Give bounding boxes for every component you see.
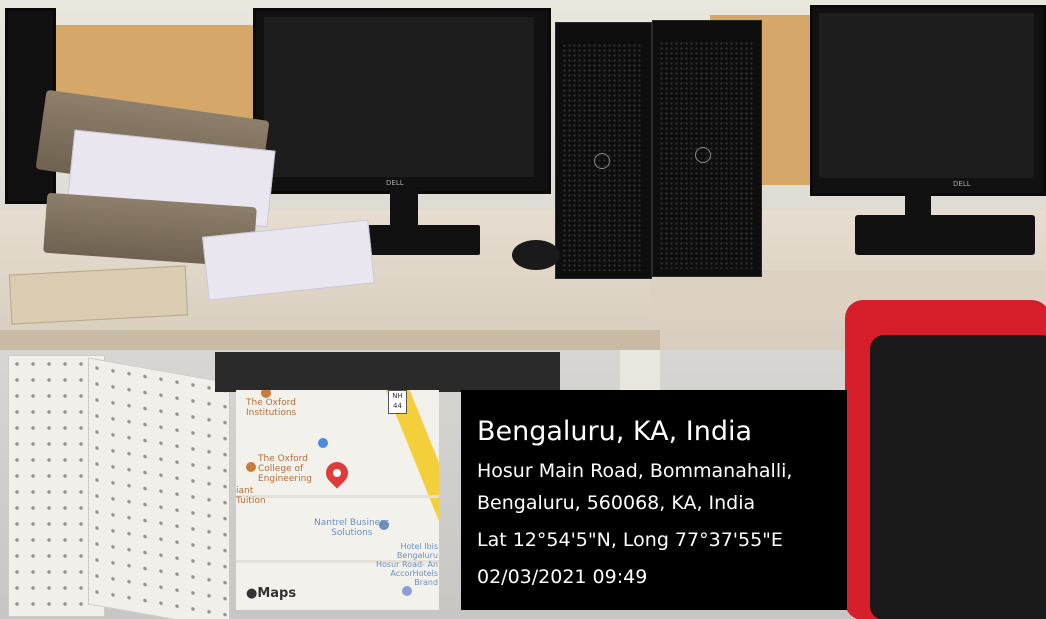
monitor-base <box>855 215 1035 255</box>
monitor: DELL <box>253 8 551 194</box>
address-line: Bengaluru, 560068, KA, India <box>477 492 756 514</box>
map-label: The Oxford College of Engineering <box>258 454 312 484</box>
pegboard-panel <box>88 357 230 619</box>
timestamp: 02/03/2021 09:49 <box>477 566 648 588</box>
poi-icon <box>402 586 412 596</box>
dell-logo: DELL <box>386 179 404 187</box>
dell-logo: DELL <box>953 180 971 188</box>
maps-watermark: ●Maps <box>246 586 297 601</box>
poi-icon <box>261 390 271 398</box>
geotag-panel: Bengaluru, KA, India Hosur Main Road, Bo… <box>461 390 847 610</box>
desktop-tower <box>652 20 762 277</box>
city-title: Bengaluru, KA, India <box>477 416 753 447</box>
map-label: Nantrel Business Solutions <box>314 518 390 538</box>
map-label: The Oxford Institutions <box>246 398 297 418</box>
highway-badge: NH 44 <box>388 390 407 414</box>
apple-logo-icon: ● <box>246 586 258 601</box>
book <box>8 265 189 325</box>
monitor: DELL <box>810 5 1046 196</box>
coordinates: Lat 12°54'5"N, Long 77°37'55"E <box>477 529 783 551</box>
parking-icon <box>318 438 328 448</box>
map-label: Hotel Ibis Bengaluru Hosur Road- An Acco… <box>376 542 439 587</box>
desktop-tower <box>555 22 652 279</box>
address-line: Hosur Main Road, Bommanahalli, <box>477 460 793 482</box>
computer-mouse <box>512 240 560 270</box>
keyboard <box>215 352 560 392</box>
location-pin-icon <box>321 457 353 489</box>
poi-icon <box>246 462 256 472</box>
map-thumbnail: NH 44 The Oxford Institutions The Oxford… <box>236 390 439 610</box>
office-chair <box>845 300 1046 619</box>
map-label: iant Tuition <box>236 486 266 506</box>
poi-icon <box>379 520 389 530</box>
office-desk-photo: DELL DELL NH 44 The Oxford Institutions … <box>0 0 1046 619</box>
